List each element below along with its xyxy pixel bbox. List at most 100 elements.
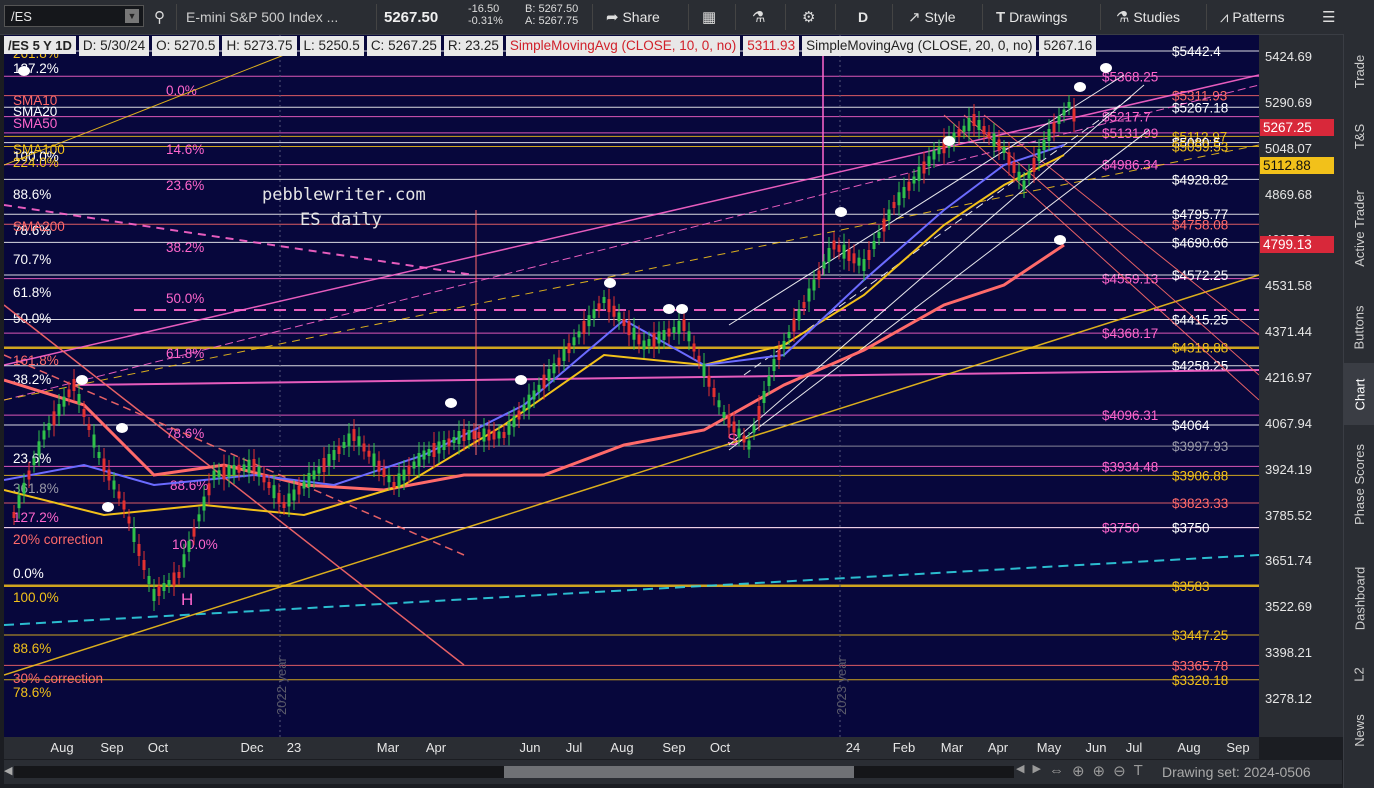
candle-body — [197, 514, 201, 522]
sidebar-item-active-trader[interactable]: Active Trader — [1344, 166, 1374, 291]
candle-body — [217, 470, 221, 478]
candle-body — [252, 459, 256, 471]
price-tick-label: 3522.69 — [1265, 599, 1312, 615]
patterns-button[interactable]: ⩘ Patterns — [1220, 4, 1285, 30]
candle-body — [282, 502, 286, 508]
candle-body — [577, 331, 581, 338]
candle-body — [82, 409, 86, 417]
candle-body — [922, 161, 926, 174]
candle-body — [902, 187, 906, 198]
candle-body — [137, 544, 141, 556]
price-axis[interactable]: 5424.695290.695048.074869.684697.594531.… — [1259, 35, 1343, 737]
price-level-label: $4415.25 — [1172, 313, 1228, 328]
pan-icon[interactable]: ⇔ — [1049, 762, 1064, 780]
sidebar-item-news[interactable]: News — [1344, 695, 1374, 765]
ellipse-marker — [116, 423, 128, 433]
share-icon: ➦ — [606, 9, 619, 26]
price-tick-label: 5290.69 — [1265, 94, 1312, 110]
candle-body — [712, 388, 716, 397]
candle-body — [157, 586, 161, 596]
studies-button[interactable]: ⚗ Studies — [1116, 4, 1180, 30]
sidebar-label: Trade — [1352, 54, 1368, 88]
fib-label: 23.6% — [166, 178, 204, 193]
price-level-label: $3934.48 — [1102, 459, 1158, 474]
style-button[interactable]: ↗ Style — [908, 4, 956, 30]
drawing-set-label[interactable]: Drawing set: 2024-0506 — [1162, 764, 1311, 780]
candle-body — [347, 433, 351, 447]
bid-ask: B: 5267.50 A: 5267.75 — [525, 3, 578, 29]
candle-body — [832, 240, 836, 250]
text-tool-icon[interactable]: T — [1134, 762, 1143, 780]
candle-body — [52, 411, 56, 426]
sidebar-item-ts[interactable]: T&S — [1344, 106, 1374, 166]
candle-body — [57, 404, 61, 416]
period-button[interactable]: D — [858, 4, 868, 30]
price-level-label: $4368.17 — [1102, 326, 1158, 341]
level-price-box: 4799.13 — [1260, 236, 1334, 253]
candle-body — [977, 120, 981, 130]
candle-body — [522, 404, 526, 412]
scroll-left-icon[interactable]: ◀ — [4, 764, 12, 777]
candle-body — [472, 431, 476, 439]
scroll-left-icon[interactable]: ◀ — [1016, 762, 1024, 780]
chart-header: /ES 5 Y 1D D: 5/30/24 O: 5270.5 H: 5273.… — [4, 36, 1099, 56]
candle-body — [722, 412, 726, 418]
ellipse-marker — [676, 304, 688, 314]
drawings-button[interactable]: T Drawings — [996, 4, 1067, 30]
candle-body — [492, 430, 496, 440]
candle-body — [972, 114, 976, 126]
candle-body — [717, 400, 721, 408]
candle-body — [337, 446, 341, 454]
chart-scrollbar[interactable]: ◀ ◀ ▶ ⇔ ⊕ ⊕ ⊖ T Drawing set: 2024-0506 — [4, 760, 1342, 784]
candle-body — [367, 450, 371, 457]
ellipse-marker — [1054, 235, 1066, 245]
price-level-label: $3997.93 — [1172, 439, 1228, 454]
flask-icon[interactable]: ⚗ — [752, 4, 765, 30]
symbol-input[interactable]: /ES ▼ — [4, 5, 144, 27]
candle-body — [412, 461, 416, 469]
sidebar-item-phase-scores[interactable]: Phase Scores — [1344, 425, 1374, 543]
sma-price-box: 5112.88 — [1260, 157, 1334, 174]
scroll-thumb[interactable] — [504, 766, 854, 778]
watermark-line1: pebblewriter.com — [262, 185, 426, 205]
zoom-out-icon[interactable]: ⊖ — [1113, 762, 1126, 780]
candle-body — [257, 466, 261, 477]
time-tick-label: Apr — [987, 740, 1009, 755]
candle-body — [332, 450, 336, 460]
candle-body — [177, 572, 181, 578]
time-axis[interactable]: Aug Sep Oct Dec 23 Mar Apr Jun Jul Aug Sep Oct 24 Feb… — [4, 737, 1259, 759]
candle-body — [842, 244, 846, 259]
candle-body — [1072, 108, 1076, 122]
zoom-in-icon[interactable]: ⊕ — [1093, 762, 1106, 780]
link-icon[interactable]: ⚲ — [154, 4, 165, 30]
candle-body — [37, 441, 41, 456]
candle-body — [917, 166, 921, 181]
menu-icon[interactable]: ☰ — [1322, 4, 1335, 30]
candle-body — [112, 480, 116, 490]
studies-label: Studies — [1133, 9, 1181, 25]
gear-icon[interactable]: ⚙ — [802, 4, 815, 30]
chart-plot[interactable]: $5509.63$5442.4$5368.25$5311.93$5267.18$… — [4, 35, 1259, 737]
sidebar-item-l2[interactable]: L2 — [1344, 653, 1374, 695]
sidebar-item-buttons[interactable]: Buttons — [1344, 291, 1374, 363]
crosshair-icon[interactable]: ⊕ — [1072, 762, 1085, 780]
sidebar-item-chart[interactable]: Chart — [1344, 363, 1374, 425]
candle-body — [87, 424, 91, 430]
price-tick-label: 4371.44 — [1265, 324, 1312, 340]
sidebar-item-trade[interactable]: Trade — [1344, 36, 1374, 106]
scroll-right-icon[interactable]: ▶ — [1032, 762, 1040, 780]
share-button[interactable]: ➦ Share — [606, 4, 660, 30]
price-level-label: $5217.7 — [1102, 110, 1151, 125]
time-tick-label: Oct — [147, 740, 169, 755]
candle-body — [782, 341, 786, 349]
chevron-down-icon[interactable]: ▼ — [125, 9, 139, 23]
candle-body — [277, 492, 281, 504]
sidebar-item-dashboard[interactable]: Dashboard — [1344, 543, 1374, 653]
candle-body — [567, 343, 571, 354]
candle-body — [637, 334, 641, 345]
price-tick-label: 5424.69 — [1265, 49, 1312, 64]
candle-body — [482, 428, 486, 442]
candle-body — [487, 429, 491, 441]
candle-body — [327, 454, 331, 466]
grid-icon[interactable]: ▦ — [702, 4, 716, 30]
